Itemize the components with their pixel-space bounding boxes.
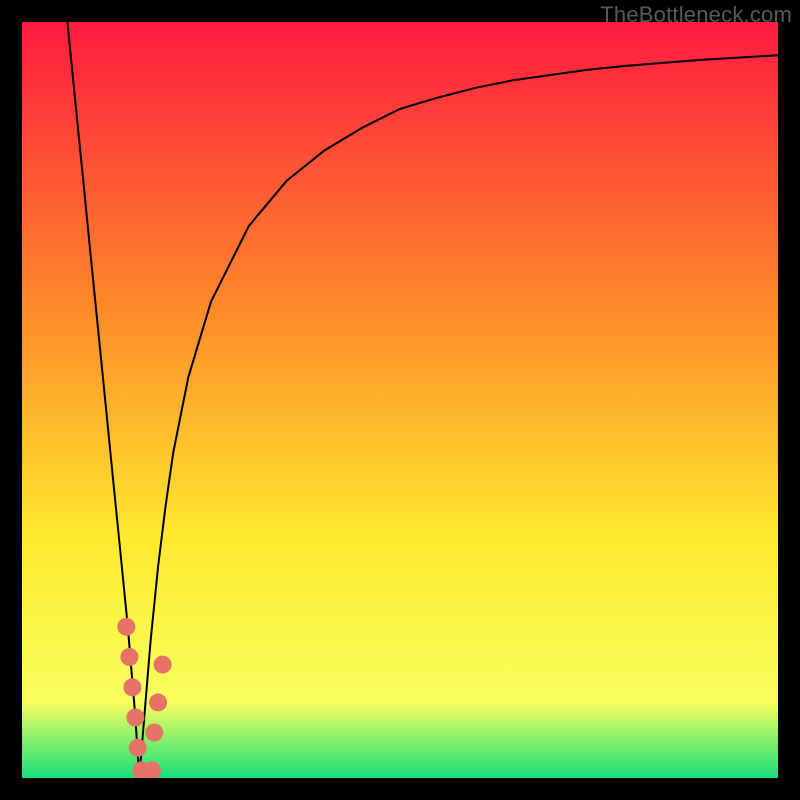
marker-right-4 <box>154 656 172 674</box>
gradient-background <box>22 22 778 778</box>
bottleneck-chart <box>22 22 778 778</box>
plot-area <box>22 22 778 778</box>
marker-right-3 <box>149 693 167 711</box>
marker-right-2 <box>145 724 163 742</box>
marker-left-4 <box>126 709 144 727</box>
chart-stage: TheBottleneck.com <box>0 0 800 800</box>
marker-left-1 <box>117 618 135 636</box>
marker-left-2 <box>120 648 138 666</box>
marker-left-3 <box>123 678 141 696</box>
watermark-text: TheBottleneck.com <box>600 2 792 28</box>
marker-left-5 <box>129 739 147 757</box>
